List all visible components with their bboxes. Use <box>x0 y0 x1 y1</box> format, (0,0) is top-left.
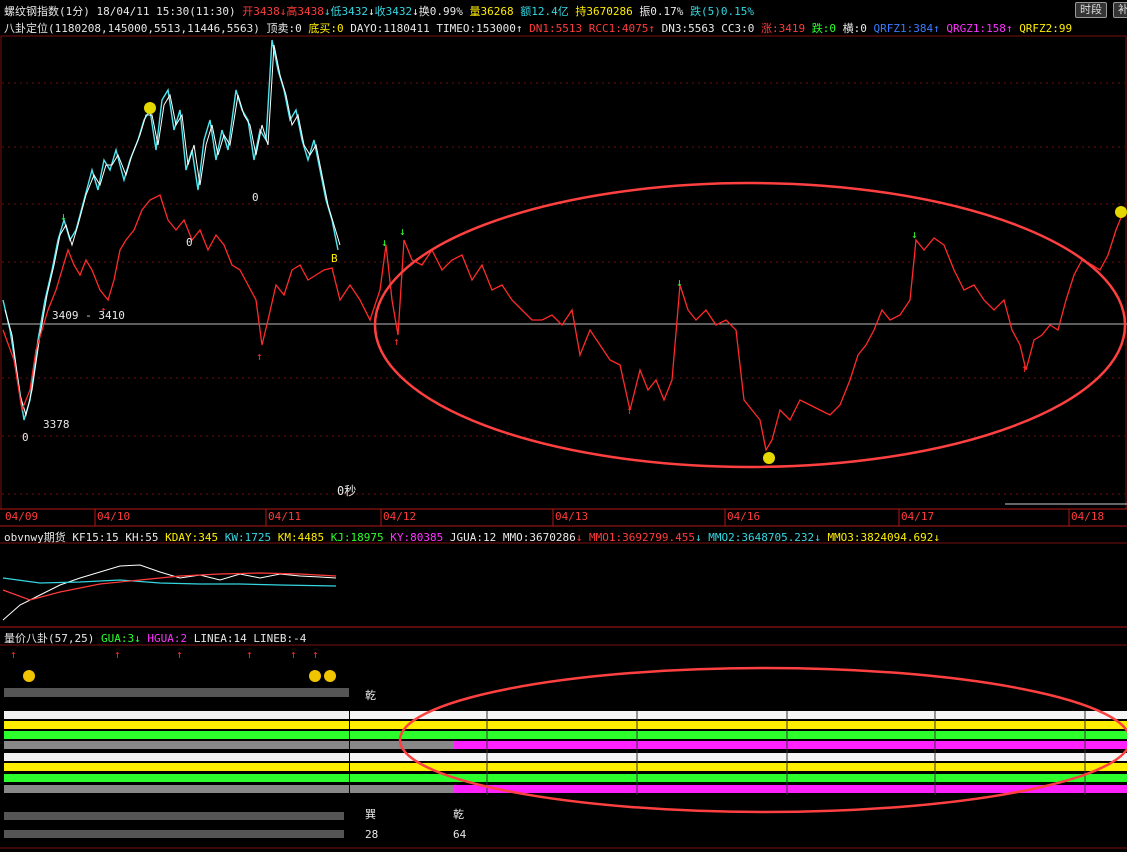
date-label: 04/09 <box>5 510 39 523</box>
date-label: 04/13 <box>555 510 589 523</box>
gua-label: 乾 <box>453 808 464 821</box>
indicator-item: LINEA:14 <box>193 632 247 645</box>
indicator-item: JGUA:12 <box>449 531 497 544</box>
price-chart[interactable]: ↓↓↓ ↓↓ ↑↑↑ ↑↑ ↑ ↑ ↑ ↑ ↑ ↑ <box>0 0 1127 852</box>
sub-indicator-1-header[interactable]: obvnwy期货 KF15:15 KH:55 KDAY:345 KW:1725 … <box>4 529 940 545</box>
indicator-item: KM:4485 <box>277 531 325 544</box>
gua-label: 乾 <box>365 689 376 702</box>
date-label: 04/10 <box>97 510 131 523</box>
svg-text:↓: ↓ <box>911 228 918 241</box>
gua-label: 巽 <box>365 808 376 821</box>
countdown-timer: 0秒 <box>337 484 357 498</box>
b-marker: B <box>331 252 338 265</box>
indicator-item: HGUA:2 <box>147 632 188 645</box>
indicator-item: LINEB:-4 <box>253 632 307 645</box>
indicator-item: KJ:18975 <box>330 531 384 544</box>
svg-text:↓: ↓ <box>399 225 406 238</box>
indicator-item: KF15:15 <box>72 531 119 544</box>
indicator-item: KY:80385 <box>390 531 444 544</box>
sub-indicator-name: 量价八卦(57,25) <box>4 632 95 645</box>
svg-text:↑: ↑ <box>176 648 183 661</box>
level-label: 3409 - 3410 <box>52 309 125 322</box>
zero-marker: 0 <box>186 236 193 249</box>
svg-text:↓: ↓ <box>60 210 67 223</box>
sub-indicator-name: obvnwy期货 <box>4 531 66 544</box>
indicator-item: KDAY:345 <box>165 531 219 544</box>
svg-text:↓: ↓ <box>676 276 683 289</box>
svg-text:↑: ↑ <box>312 648 319 661</box>
sub-indicator-2-header[interactable]: 量价八卦(57,25) GUA:3↓ HGUA:2 LINEA:14 LINEB… <box>4 630 306 646</box>
gua-number: 64 <box>453 828 467 841</box>
svg-text:↑: ↑ <box>246 648 253 661</box>
svg-text:↑: ↑ <box>626 404 633 417</box>
svg-text:↑: ↑ <box>10 648 17 661</box>
arrow-down-icon: ↓ <box>134 632 141 645</box>
arrow-down-icon: ↓ <box>933 531 941 544</box>
arrow-down-icon: ↓ <box>814 531 821 544</box>
svg-text:↑: ↑ <box>256 350 263 363</box>
indicator-item: MMO2:3648705.232 <box>708 531 815 544</box>
indicator-item: MMO3:3824094.692 <box>827 531 934 544</box>
svg-text:↓: ↓ <box>381 236 388 249</box>
arrow-down-icon: ↓ <box>575 531 583 544</box>
svg-text:↑: ↑ <box>114 648 121 661</box>
date-label: 04/16 <box>727 510 761 523</box>
date-label: 04/11 <box>268 510 302 523</box>
zero-marker: 0 <box>22 431 29 444</box>
indicator-item: MMO:3670286 <box>502 531 576 544</box>
svg-text:↑: ↑ <box>290 648 297 661</box>
indicator-item: KH:55 <box>125 531 159 544</box>
date-label: 04/17 <box>901 510 935 523</box>
zero-marker: 0 <box>252 191 259 204</box>
low-price-label: 3378 <box>43 418 70 431</box>
svg-text:↑: ↑ <box>393 335 400 348</box>
date-label: 04/18 <box>1071 510 1105 523</box>
svg-text:↑: ↑ <box>1021 362 1028 375</box>
arrow-down-icon: ↓ <box>694 531 702 544</box>
gua-number: 28 <box>365 828 379 841</box>
indicator-item: KW:1725 <box>224 531 272 544</box>
date-label: 04/12 <box>383 510 417 523</box>
indicator-item: GUA:3 <box>100 632 135 645</box>
indicator-item: MMO1:3692799.455 <box>589 531 695 544</box>
